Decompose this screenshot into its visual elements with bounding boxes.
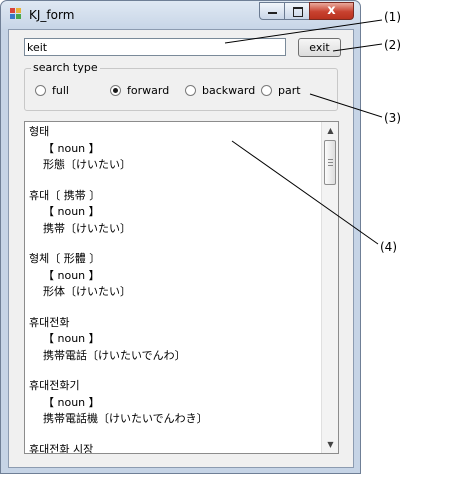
callout-lines <box>224 19 383 245</box>
callout-line-2 <box>332 43 383 52</box>
callout-line-1 <box>224 19 383 44</box>
callout-label-4: (4) <box>380 240 397 254</box>
callout-label-2: (2) <box>384 38 401 52</box>
callout-label-3: (3) <box>384 111 401 125</box>
callout-label-1: (1) <box>384 10 401 24</box>
callout-line-4 <box>231 140 379 245</box>
callout-line-3 <box>309 93 383 118</box>
